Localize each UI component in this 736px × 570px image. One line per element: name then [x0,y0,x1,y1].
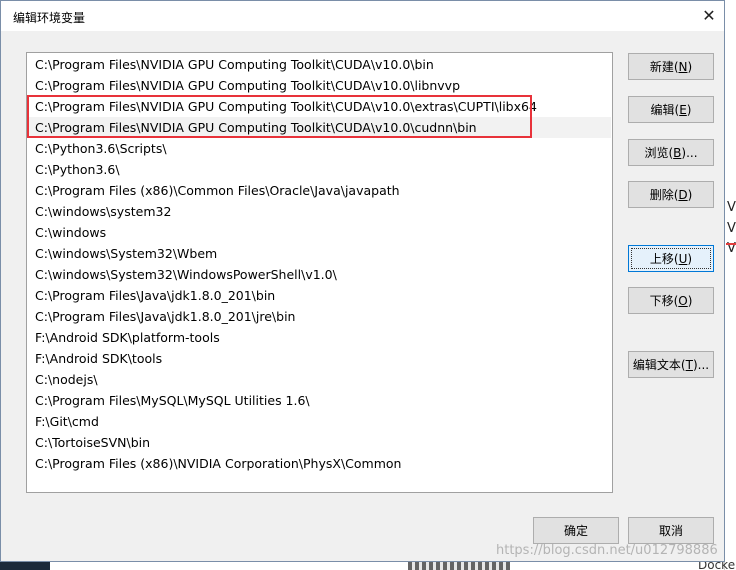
path-list-item[interactable]: C:\Program Files\Java\jdk1.8.0_201\jre\b… [28,306,611,327]
browse-button[interactable]: 浏览(B)... [628,139,714,166]
move-down-button[interactable]: 下移(O) [628,287,714,314]
path-list[interactable]: C:\Program Files\NVIDIA GPU Computing To… [26,52,613,493]
path-list-item[interactable]: C:\Program Files (x86)\NVIDIA Corporatio… [28,453,611,474]
path-list-item[interactable]: C:\Python3.6\Scripts\ [28,138,611,159]
path-list-item[interactable]: C:\Program Files\NVIDIA GPU Computing To… [28,117,611,138]
path-list-item[interactable]: C:\Program Files\NVIDIA GPU Computing To… [28,75,611,96]
ok-button[interactable]: 确定 [533,517,619,544]
delete-button[interactable]: 删除(D) [628,181,714,208]
path-list-item[interactable]: C:\windows\System32\WindowsPowerShell\v1… [28,264,611,285]
title-bar[interactable]: 编辑环境变量 ✕ [1,1,724,31]
watermark-text: https://blog.csdn.net/u012798886 [496,543,718,558]
new-button[interactable]: 新建(N) [628,53,714,80]
cancel-button[interactable]: 取消 [628,517,714,544]
close-button[interactable]: ✕ [694,1,724,31]
move-up-button[interactable]: 上移(U) [628,245,714,272]
path-list-item[interactable]: C:\Program Files\Java\jdk1.8.0_201\bin [28,285,611,306]
background-text: V [727,200,736,215]
path-list-item[interactable]: C:\Program Files (x86)\Common Files\Orac… [28,180,611,201]
path-list-item[interactable]: C:\windows [28,222,611,243]
path-list-item[interactable]: F:\Android SDK\tools [28,348,611,369]
path-list-item[interactable]: C:\Program Files\NVIDIA GPU Computing To… [28,54,611,75]
path-list-item[interactable]: F:\Android SDK\platform-tools [28,327,611,348]
background-window-edge [724,0,736,570]
path-list-item[interactable]: F:\Git\cmd [28,411,611,432]
path-list-item[interactable]: C:\Program Files\MySQL\MySQL Utilities 1… [28,390,611,411]
background-text: V [727,221,736,236]
path-list-item[interactable]: C:\nodejs\ [28,369,611,390]
path-list-item[interactable]: C:\windows\system32 [28,201,611,222]
edit-text-button[interactable]: 编辑文本(T)... [628,351,714,378]
dialog-title: 编辑环境变量 [13,11,86,25]
edit-button[interactable]: 编辑(E) [628,96,714,123]
path-list-item[interactable]: C:\Program Files\NVIDIA GPU Computing To… [28,96,611,117]
background-highlight-fragment [726,243,736,245]
path-list-item[interactable]: C:\Python3.6\ [28,159,611,180]
close-icon: ✕ [702,6,716,25]
path-list-item[interactable]: C:\windows\System32\Wbem [28,243,611,264]
path-list-item[interactable]: C:\TortoiseSVN\bin [28,432,611,453]
